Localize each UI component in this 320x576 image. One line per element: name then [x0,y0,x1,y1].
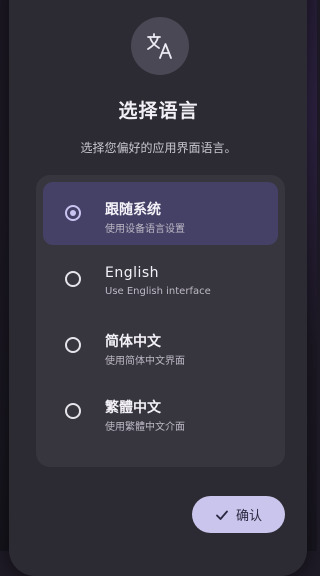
option-english[interactable]: English Use English interface [43,248,278,311]
radio-selected-icon[interactable] [65,205,81,221]
radio-unselected-icon[interactable] [65,337,81,353]
radio-dot [70,210,76,216]
dialog-subtitle: 选择您偏好的应用界面语言。 [80,141,237,155]
translate-icon [131,17,189,75]
option-description: 使用简体中文界面 [105,356,185,367]
language-option-list: 跟随系统 使用设备语言设置 English Use English interf… [36,175,285,467]
option-description: Use English interface [105,286,211,297]
option-label: 跟随系统 [105,202,161,218]
radio-unselected-icon[interactable] [65,271,81,287]
confirm-label: 确认 [235,509,262,524]
option-label: 繁體中文 [105,400,161,416]
option-simplified-chinese[interactable]: 简体中文 使用简体中文界面 [43,314,278,377]
option-label: 简体中文 [105,334,161,350]
dialog-title: 选择语言 [118,100,199,122]
radio-unselected-icon[interactable] [65,403,81,419]
confirm-button[interactable]: 确认 [192,496,285,533]
option-label: English [105,265,160,281]
option-description: 使用设备语言设置 [105,224,185,235]
option-traditional-chinese[interactable]: 繁體中文 使用繁體中文介面 [43,380,278,443]
option-follow-system[interactable]: 跟随系统 使用设备语言设置 [43,182,278,245]
check-icon [216,510,228,520]
option-description: 使用繁體中文介面 [105,422,185,433]
